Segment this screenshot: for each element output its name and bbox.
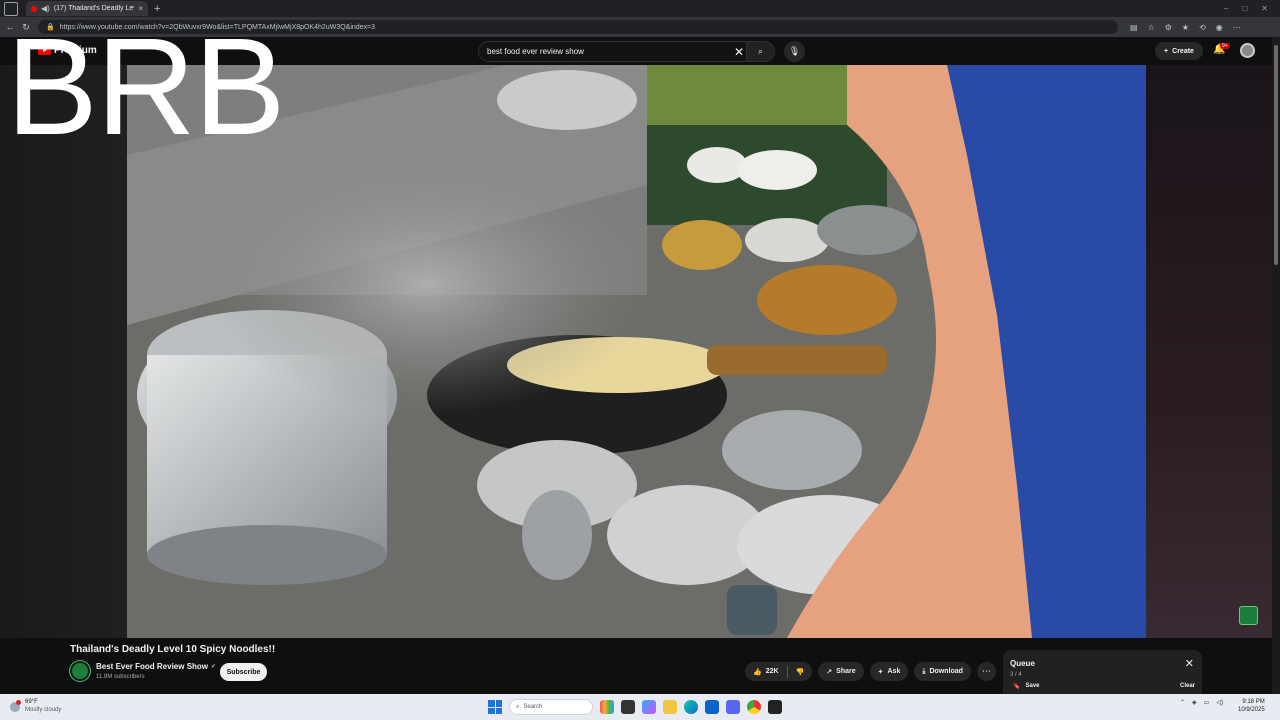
taskbar-search-icon: ⌕	[516, 703, 520, 710]
share-button[interactable]: ↗ Share	[818, 662, 864, 681]
download-label: Download	[929, 668, 963, 675]
history-icon[interactable]: ⟲	[1199, 23, 1206, 32]
more-actions-button[interactable]: ⋯	[976, 662, 996, 681]
video-actions: 👍 22K 👎 ↗ Share ✦ Ask ⤓ Download ⋯	[745, 662, 996, 681]
system-tray: ⌃ ◈ ▭ ◁)	[1180, 699, 1223, 706]
file-explorer-icon[interactable]	[663, 700, 677, 714]
chrome-icon[interactable]	[747, 700, 761, 714]
taskbar-search-label: Search	[523, 704, 543, 710]
channel-name[interactable]: Best Ever Food Review Show	[96, 662, 208, 671]
divider	[786, 665, 788, 678]
channel-name-row[interactable]: Best Ever Food Review Show ✔	[96, 662, 216, 671]
like-count[interactable]: 22K	[766, 668, 779, 675]
create-button[interactable]: + Create	[1155, 42, 1203, 60]
brb-overlay-text: BRB	[6, 10, 286, 164]
clear-search-icon[interactable]: ✕	[734, 45, 744, 59]
like-icon[interactable]: 👍	[753, 668, 762, 676]
channel-watermark-icon[interactable]	[1239, 606, 1258, 625]
screen: ◀) (17) Thailand's Deadly Level 10 × + –…	[0, 0, 1280, 720]
queue-title: Queue	[1010, 659, 1035, 668]
voice-search-button[interactable]: 🎙	[784, 41, 805, 62]
extensions-icon[interactable]: ⚙	[1165, 23, 1172, 32]
sparkle-icon: ✦	[877, 668, 884, 676]
location-icon[interactable]: ◈	[1192, 699, 1197, 706]
temperature: 69°F	[25, 699, 38, 705]
more-icon: ⋯	[981, 666, 991, 676]
weather-icon	[10, 699, 21, 712]
taskbar-apps: ⌕ Search	[488, 699, 782, 715]
task-view-icon[interactable]	[621, 700, 635, 714]
queue-close-icon[interactable]: ✕	[1185, 657, 1194, 670]
edge-icon[interactable]	[684, 700, 698, 714]
windows-taskbar: 69°F Mostly cloudy ⌕ Search ⌃ ◈ ▭ ◁) 9:1…	[0, 694, 1280, 720]
plus-icon: +	[1164, 47, 1169, 55]
queue-clear-button[interactable]: Clear	[1180, 683, 1195, 689]
weather-widget[interactable]: 69°F Mostly cloudy	[10, 699, 61, 714]
window-controls: – □ ✕	[1224, 4, 1280, 13]
video-info: Thailand's Deadly Level 10 Spicy Noodles…	[0, 638, 1272, 694]
ambient-background	[1146, 65, 1272, 638]
favorites-icon[interactable]: ★	[1182, 23, 1189, 32]
queue-position: 3 / 4	[1010, 672, 1022, 678]
weather-text: Mostly cloudy	[25, 706, 62, 713]
search-button[interactable]: ⌕	[746, 42, 774, 61]
channel-avatar[interactable]	[70, 661, 90, 681]
account-avatar[interactable]	[1240, 43, 1255, 58]
scrollbar-thumb[interactable]	[1274, 45, 1278, 265]
start-button[interactable]	[488, 700, 502, 714]
download-icon: ⤓	[922, 667, 926, 675]
queue-panel: Queue 3 / 4 ✕ 🔖 Save Clear	[1003, 650, 1202, 694]
outlook-icon[interactable]	[705, 700, 719, 714]
obs-icon[interactable]	[768, 700, 782, 714]
share-label: Share	[836, 668, 856, 675]
queue-save-label: Save	[1025, 683, 1040, 689]
video-title: Thailand's Deadly Level 10 Spicy Noodles…	[70, 644, 276, 655]
widgets-icon[interactable]	[600, 700, 614, 714]
profile-icon[interactable]: ◉	[1216, 23, 1223, 32]
taskbar-search[interactable]: ⌕ Search	[509, 699, 593, 715]
maximize-button[interactable]: □	[1242, 4, 1247, 13]
clock-date: 10/9/2025	[1238, 706, 1265, 713]
microphone-icon: 🎙	[788, 46, 801, 56]
download-button[interactable]: ⤓ Download	[914, 662, 971, 681]
like-dislike-group: 👍 22K 👎	[745, 662, 813, 681]
reader-icon[interactable]: ▤	[1130, 23, 1138, 32]
search-query-text: best food ever review show	[487, 47, 584, 56]
copilot-icon[interactable]	[642, 700, 656, 714]
taskbar-clock[interactable]: 9:18 PM 10/9/2025	[1238, 699, 1265, 715]
verified-icon: ✔	[211, 664, 217, 670]
ask-label: Ask	[887, 668, 901, 675]
dislike-icon[interactable]: 👎	[796, 668, 805, 676]
bookmark-icon: 🔖	[1013, 684, 1021, 690]
subscribe-button[interactable]: Subscribe	[220, 663, 267, 681]
search-input[interactable]: best food ever review show ✕ ⌕	[478, 41, 775, 62]
network-icon[interactable]: ▭	[1204, 699, 1210, 706]
close-window-button[interactable]: ✕	[1261, 4, 1268, 13]
minimize-button[interactable]: –	[1224, 4, 1228, 13]
page-scrollbar[interactable]	[1272, 37, 1280, 694]
favorite-star-icon[interactable]: ☆	[1148, 23, 1155, 32]
volume-icon[interactable]: ◁)	[1216, 699, 1223, 706]
create-label: Create	[1172, 47, 1194, 55]
subscriber-count: 11.8M subscribers	[96, 674, 145, 680]
clock-time: 9:18 PM	[1242, 699, 1265, 705]
notifications-badge: 9+	[1220, 43, 1230, 49]
tray-overflow-icon[interactable]: ⌃	[1180, 699, 1185, 706]
discord-icon[interactable]	[726, 700, 740, 714]
queue-save-button[interactable]: 🔖 Save	[1013, 683, 1040, 690]
extensions-area: ▤ ☆ ⚙ ★ ⟲ ◉ ⋯	[1130, 23, 1241, 32]
share-icon: ↗	[826, 668, 833, 676]
menu-icon[interactable]: ⋯	[1233, 23, 1241, 32]
ask-button[interactable]: ✦ Ask	[869, 662, 909, 681]
search-icon: ⌕	[758, 46, 763, 56]
